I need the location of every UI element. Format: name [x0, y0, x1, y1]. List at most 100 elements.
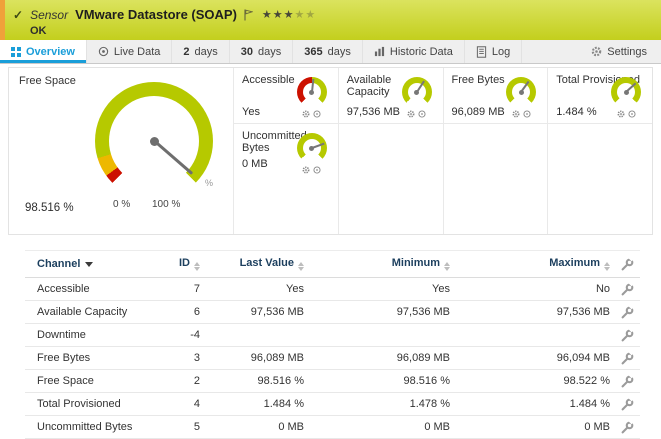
column-label: Channel	[37, 258, 80, 270]
tab-30-days[interactable]: 30 days	[230, 40, 294, 63]
status-check-icon: ✓	[13, 8, 23, 22]
edit-channel-icon[interactable]	[621, 329, 634, 342]
edit-channel-icon[interactable]	[621, 352, 634, 365]
gauge-cell-uncommitted-bytes: Uncommitted Bytes 0 MB	[233, 124, 338, 234]
table-row[interactable]: Total Provisioned 4 1.484 % 1.478 % 1.48…	[25, 393, 640, 416]
id-cell: 6	[155, 306, 200, 318]
column-label: Minimum	[392, 257, 440, 269]
gauge-pivot	[519, 90, 524, 95]
gauge-cell-free-space: Free Space 0 % 100 % % 98.516 %	[9, 68, 233, 234]
channel-info-icon[interactable]	[523, 110, 531, 118]
gauge-value: Yes	[242, 106, 260, 118]
id-cell: 5	[155, 421, 200, 433]
flag-icon[interactable]	[244, 9, 253, 21]
gauge-cell-empty	[443, 124, 548, 234]
accessible-gauge	[297, 77, 327, 107]
status-badge: OK	[0, 22, 661, 37]
last-value-cell: Yes	[200, 283, 304, 295]
table-row[interactable]: Free Bytes 3 96,089 MB 96,089 MB 96,094 …	[25, 347, 640, 370]
edit-channel-icon[interactable]	[621, 283, 634, 296]
gauge-value: 98.516 %	[25, 202, 74, 214]
channel-info-icon[interactable]	[313, 110, 321, 118]
column-header-id[interactable]: ID	[155, 257, 200, 271]
gauge-pivot	[309, 90, 314, 95]
tab-label: Settings	[607, 46, 647, 58]
table-row[interactable]: Accessible 7 Yes Yes No	[25, 278, 640, 301]
gauges-panel: Free Space 0 % 100 % % 98.516 % Accessib…	[8, 67, 653, 235]
tab-2-days[interactable]: 2 days	[172, 40, 229, 63]
tab-suffix: days	[195, 46, 218, 58]
channel-settings-icon[interactable]	[302, 166, 310, 174]
tab-bar: Overview Live Data 2 days 30 days 365 da…	[0, 40, 661, 64]
maximum-cell: 1.484 %	[450, 398, 610, 410]
gauge-cell-empty	[338, 124, 443, 234]
table-row[interactable]: Available Capacity 6 97,536 MB 97,536 MB…	[25, 301, 640, 324]
live-data-icon	[98, 46, 109, 57]
gauge-scale-min: 0 %	[113, 199, 130, 210]
minimum-cell: 98.516 %	[304, 375, 450, 387]
minimum-cell: 1.478 %	[304, 398, 450, 410]
id-cell: 4	[155, 398, 200, 410]
channel-info-icon[interactable]	[628, 110, 636, 118]
table-row[interactable]: Free Space 2 98.516 % 98.516 % 98.522 %	[25, 370, 640, 393]
id-cell: 2	[155, 375, 200, 387]
tab-settings[interactable]: Settings	[580, 40, 661, 63]
table-row[interactable]: Downtime -4	[25, 324, 640, 347]
tab-log[interactable]: Log	[465, 40, 522, 63]
id-cell: -4	[155, 329, 200, 341]
last-value-cell: 0 MB	[200, 421, 304, 433]
column-header-minimum[interactable]: Minimum	[304, 257, 450, 271]
sensor-page: ✓ Sensor VMware Datastore (SOAP) ★★★★★ O…	[0, 0, 661, 430]
maximum-cell: 0 MB	[450, 421, 610, 433]
channel-table: Channel ID Last Value Minimum Maximum Ac…	[25, 250, 640, 439]
maximum-cell: 98.522 %	[450, 375, 610, 387]
column-header-last-value[interactable]: Last Value	[200, 257, 304, 271]
tab-overview[interactable]: Overview	[0, 40, 87, 63]
channel-settings-icon[interactable]	[407, 110, 415, 118]
gauge-cell-accessible: Accessible Yes	[233, 68, 338, 124]
free-bytes-gauge	[506, 77, 536, 107]
gauge-value: 0 MB	[242, 158, 268, 170]
edit-channel-icon[interactable]	[621, 421, 634, 434]
tab-365-days[interactable]: 365 days	[293, 40, 363, 63]
channel-settings-icon[interactable]	[512, 110, 520, 118]
historic-data-icon	[374, 46, 385, 57]
channel-settings-icon[interactable]	[617, 110, 625, 118]
sort-desc-icon	[85, 262, 93, 267]
tab-live-data[interactable]: Live Data	[87, 40, 172, 63]
tab-suffix: days	[258, 46, 281, 58]
channel-settings-icon[interactable]	[302, 110, 310, 118]
edit-channel-icon[interactable]	[621, 306, 634, 319]
edit-channels-icon[interactable]	[621, 258, 634, 271]
table-row[interactable]: Uncommitted Bytes 5 0 MB 0 MB 0 MB	[25, 416, 640, 439]
priority-stars[interactable]: ★★★★★	[262, 8, 316, 21]
tab-historic-data[interactable]: Historic Data	[363, 40, 465, 63]
column-label: Last Value	[240, 257, 294, 269]
channel-cell: Available Capacity	[25, 306, 155, 318]
edit-channel-icon[interactable]	[621, 375, 634, 388]
last-value-cell: 98.516 %	[200, 375, 304, 387]
gauge-pivot	[150, 137, 159, 146]
channel-cell: Accessible	[25, 283, 155, 295]
channel-info-icon[interactable]	[418, 110, 426, 118]
stars-filled: ★★★	[262, 9, 295, 21]
gauge-cell-available-capacity: Available Capacity 97,536 MB	[338, 68, 443, 124]
id-cell: 3	[155, 352, 200, 364]
column-header-maximum[interactable]: Maximum	[450, 257, 610, 271]
channel-cell: Uncommitted Bytes	[25, 421, 155, 433]
column-label: Maximum	[549, 257, 600, 269]
gauge-cell-empty	[547, 124, 652, 234]
available-capacity-gauge	[402, 77, 432, 107]
minimum-cell: 0 MB	[304, 421, 450, 433]
gauge-pivot	[414, 90, 419, 95]
channel-info-icon[interactable]	[313, 166, 321, 174]
edit-channel-icon[interactable]	[621, 398, 634, 411]
gauge-pivot	[624, 90, 629, 95]
priority-color-strip	[0, 0, 5, 40]
tab-number: 2	[183, 46, 189, 58]
gauge-value: 97,536 MB	[347, 106, 400, 118]
column-header-channel[interactable]: Channel	[25, 258, 155, 270]
maximum-cell: No	[450, 283, 610, 295]
maximum-cell: 96,094 MB	[450, 352, 610, 364]
channel-cell: Downtime	[25, 329, 155, 341]
